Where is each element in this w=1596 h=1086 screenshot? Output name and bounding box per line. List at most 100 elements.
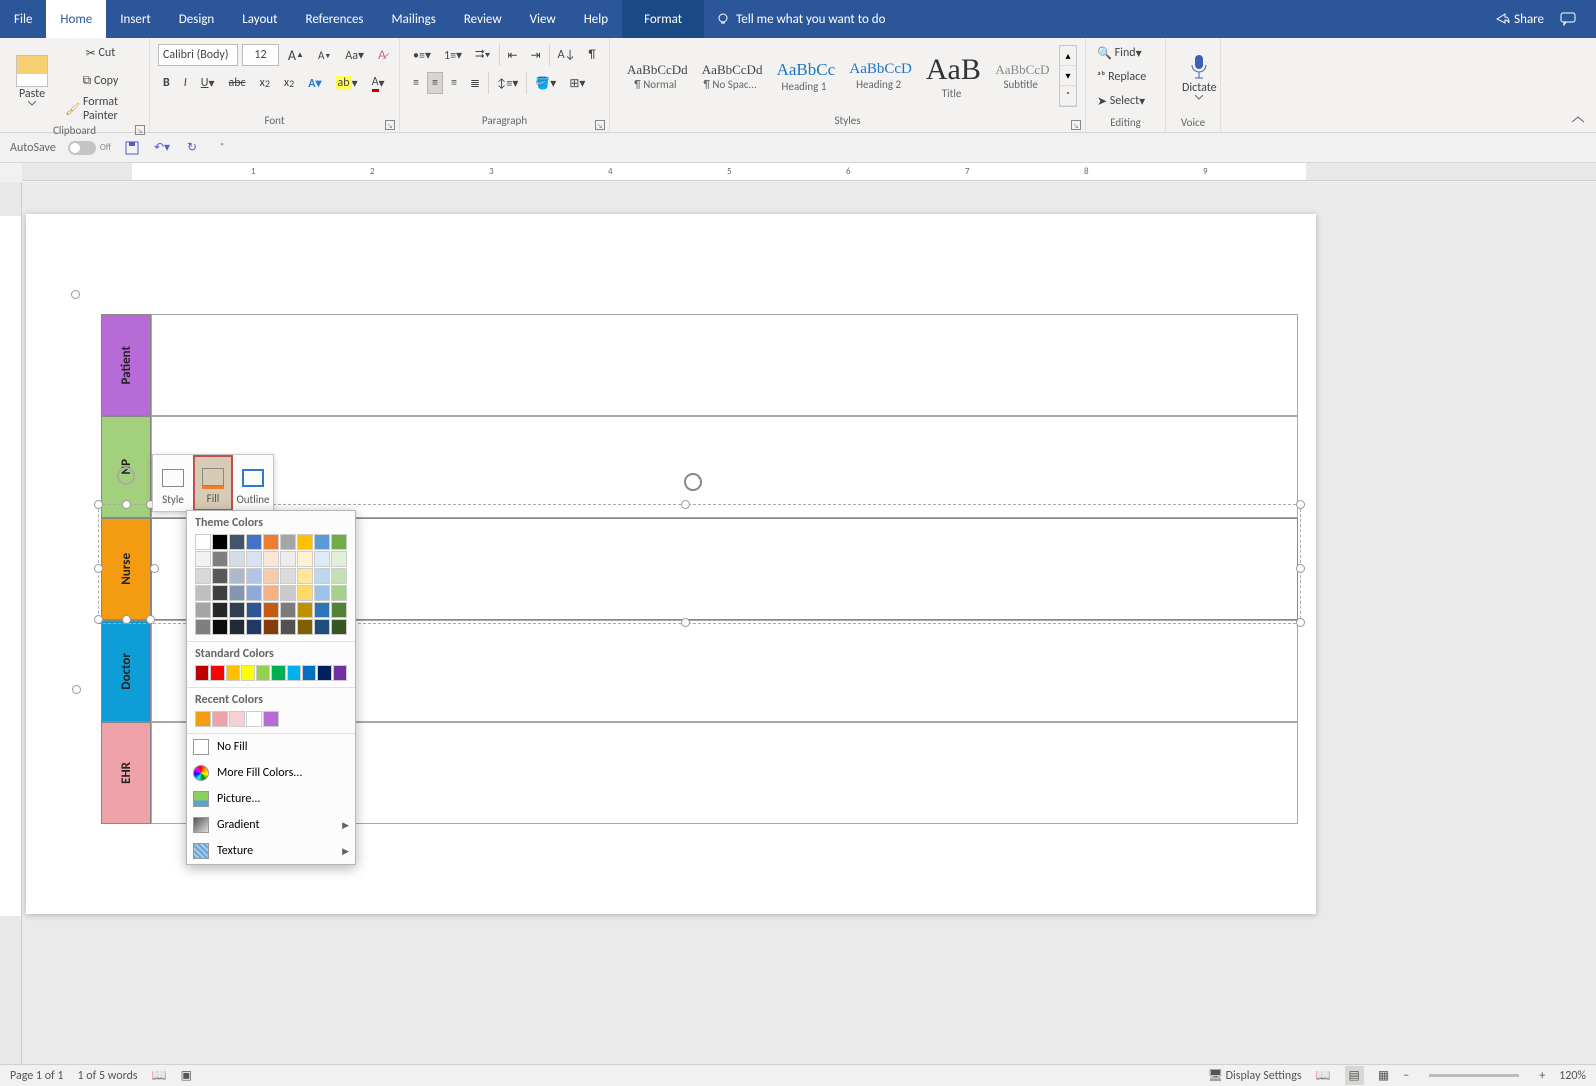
color-swatch[interactable] [297,568,313,584]
color-swatch[interactable] [263,602,279,618]
swimlane-lane-patient[interactable] [151,314,1298,416]
comment-icon[interactable] [1560,12,1578,26]
color-swatch[interactable] [263,551,279,567]
web-layout-icon[interactable]: ▦ [1378,1068,1389,1083]
color-swatch[interactable] [297,602,313,618]
change-case-button[interactable]: Aa▾ [340,44,369,66]
styles-scroll[interactable]: ▴ [1060,46,1076,66]
color-swatch[interactable] [229,711,245,727]
selection-handle[interactable] [1296,618,1305,627]
highlight-button[interactable]: ab▾ [331,72,363,94]
color-swatch[interactable] [229,585,245,601]
color-swatch[interactable] [212,619,228,635]
no-fill-item[interactable]: No Fill [187,734,355,760]
color-swatch[interactable] [280,534,296,550]
clipboard-dialog-icon[interactable]: ↘ [135,125,145,135]
numbering-button[interactable]: 1≡▾ [439,44,467,66]
color-swatch[interactable] [314,534,330,550]
mini-style-button[interactable]: Style [153,455,193,511]
color-swatch[interactable] [331,534,347,550]
selection-handle[interactable] [72,685,81,694]
gradient-fill-item[interactable]: Gradient▶ [187,812,355,838]
shading-button[interactable]: 🪣▾ [530,72,561,94]
color-swatch[interactable] [280,551,296,567]
superscript-button[interactable]: x2 [279,72,299,94]
color-swatch[interactable] [280,568,296,584]
color-swatch[interactable] [195,534,211,550]
color-swatch[interactable] [297,551,313,567]
sort-button[interactable]: A↓ [553,44,581,66]
color-swatch[interactable] [331,619,347,635]
save-button[interactable] [123,139,141,157]
color-swatch[interactable] [246,534,262,550]
shrink-font-button[interactable]: A▼ [313,44,336,66]
color-swatch[interactable] [246,602,262,618]
bullets-button[interactable]: •≡▾ [408,44,436,66]
color-swatch[interactable] [263,619,279,635]
color-swatch[interactable] [195,619,211,635]
paragraph-dialog-icon[interactable]: ↘ [595,120,605,130]
selection-handle[interactable] [94,500,103,509]
tab-review[interactable]: Review [450,0,516,38]
color-swatch[interactable] [297,619,313,635]
tab-design[interactable]: Design [165,0,228,38]
zoom-in-button[interactable]: + [1539,1069,1545,1083]
styles-scroll[interactable]: ▾ [1060,66,1076,86]
style-item-3[interactable]: AaBbCcDHeading 2 [840,58,916,94]
color-swatch[interactable] [226,665,240,681]
mini-outline-button[interactable]: Outline [233,455,273,511]
color-swatch[interactable] [195,551,211,567]
align-right-button[interactable]: ≡ [446,72,462,94]
decrease-indent-button[interactable]: ⇤ [503,44,523,66]
show-marks-button[interactable]: ¶ [583,44,600,66]
selection-handle[interactable] [146,615,155,624]
zoom-level[interactable]: 120% [1559,1069,1586,1083]
ruler-vertical[interactable] [0,182,22,1064]
color-swatch[interactable] [212,602,228,618]
color-swatch[interactable] [229,568,245,584]
color-swatch[interactable] [246,711,262,727]
color-swatch[interactable] [271,665,285,681]
style-item-2[interactable]: AaBbCcHeading 1 [768,57,841,96]
selection-handle[interactable] [122,500,131,509]
color-swatch[interactable] [314,619,330,635]
display-settings-button[interactable]: 🖥 Display Settings [1208,1068,1302,1083]
redo-button[interactable]: ↻ [183,139,201,157]
increase-indent-button[interactable]: ⇥ [526,44,546,66]
selection-handle[interactable] [71,290,80,299]
color-swatch[interactable] [229,551,245,567]
color-swatch[interactable] [229,619,245,635]
subscript-button[interactable]: x2 [255,72,275,94]
styles-scroll[interactable]: ⁼ [1060,86,1076,106]
undo-button[interactable]: ↶▾ [153,139,171,157]
color-swatch[interactable] [331,602,347,618]
more-fill-colors-item[interactable]: More Fill Colors... [187,760,355,786]
bold-button[interactable]: B [158,72,175,94]
color-swatch[interactable] [331,585,347,601]
color-swatch[interactable] [280,619,296,635]
print-layout-icon[interactable]: ▤ [1345,1066,1364,1085]
color-swatch[interactable] [280,585,296,601]
style-item-0[interactable]: AaBbCcDd¶ Normal [618,59,693,94]
cut-button[interactable]: ✂ Cut [60,42,141,64]
selection-handle[interactable] [1296,500,1305,509]
ruler-horizontal[interactable]: 123456789 [22,163,1596,181]
selection-handle[interactable] [122,615,131,624]
zoom-out-button[interactable]: − [1403,1069,1409,1083]
color-swatch[interactable] [195,665,209,681]
font-name-combobox[interactable]: Calibri (Body) [158,44,238,66]
tab-references[interactable]: References [292,0,378,38]
multilevel-list-button[interactable]: ⮆▾ [470,44,495,66]
color-swatch[interactable] [212,568,228,584]
color-swatch[interactable] [314,585,330,601]
color-swatch[interactable] [195,711,211,727]
swimlane-header-patient[interactable]: Patient [101,314,151,416]
color-swatch[interactable] [263,711,279,727]
styles-dialog-icon[interactable]: ↘ [1071,120,1081,130]
text-effects-button[interactable]: A▾ [303,72,326,94]
color-swatch[interactable] [331,568,347,584]
selection-handle[interactable] [681,500,690,509]
color-swatch[interactable] [314,602,330,618]
word-count[interactable]: 1 of 5 words [78,1069,138,1083]
font-size-combobox[interactable]: 12 [242,44,279,66]
